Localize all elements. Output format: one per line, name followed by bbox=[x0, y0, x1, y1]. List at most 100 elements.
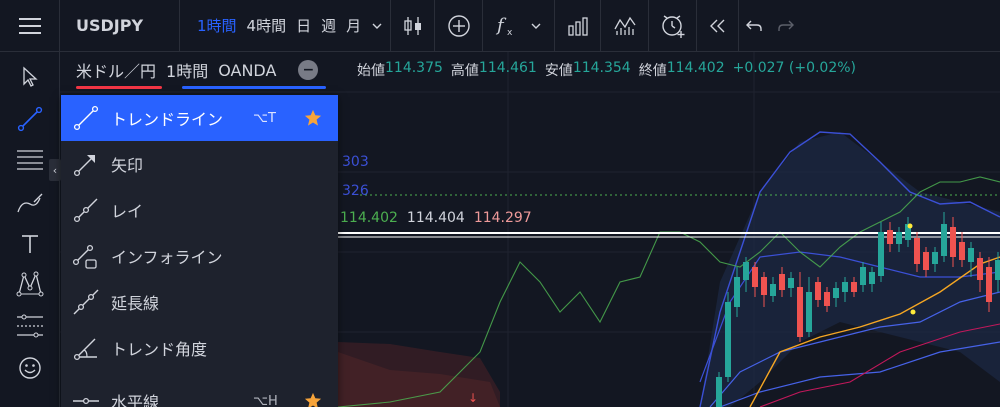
rewind-icon bbox=[709, 19, 725, 32]
indicators-button[interactable]: f x bbox=[483, 0, 556, 52]
templates-button[interactable] bbox=[601, 0, 650, 52]
financials-button[interactable] bbox=[555, 0, 602, 52]
indicator-value-c: 114.297 bbox=[473, 210, 532, 226]
brush-tool[interactable] bbox=[0, 184, 60, 224]
indicator-value-mid: 326 bbox=[342, 183, 369, 199]
menu-item-label: トレンド角度 bbox=[111, 340, 208, 359]
arrow-icon bbox=[73, 155, 95, 177]
top-toolbar: USDJPY 1時間 4時間 日 週 月 f x bbox=[0, 0, 1000, 52]
text-icon bbox=[22, 235, 38, 253]
menu-icon-slot bbox=[61, 279, 111, 325]
interval-dropdown-button[interactable] bbox=[372, 19, 382, 33]
chevron-down-icon bbox=[372, 23, 382, 29]
menu-icon-slot bbox=[61, 325, 111, 371]
menu-item-extended-line[interactable]: 延長線 bbox=[61, 279, 338, 325]
interval-4h[interactable]: 4時間 bbox=[242, 15, 292, 36]
indicator-value-upper: 303 bbox=[342, 154, 369, 170]
high-value: 114.461 bbox=[478, 60, 537, 76]
horizontal-line-icon bbox=[73, 397, 99, 405]
hamburger-icon bbox=[18, 17, 41, 34]
ray-icon bbox=[73, 198, 98, 223]
candles-icon bbox=[403, 16, 421, 35]
drawing-toolbar: ‹ bbox=[0, 52, 61, 407]
menu-item-ray[interactable]: レイ bbox=[61, 187, 338, 233]
symbol-search-button[interactable]: USDJPY bbox=[60, 0, 180, 52]
menu-item-trend-angle[interactable]: トレンド角度 bbox=[61, 325, 338, 371]
alert-button[interactable] bbox=[649, 0, 698, 52]
interval-group: 1時間 4時間 日 週 月 bbox=[180, 0, 392, 52]
svg-text:x: x bbox=[507, 28, 513, 38]
redo-button[interactable] bbox=[769, 0, 803, 52]
menu-item-label: 延長線 bbox=[111, 294, 160, 313]
measure-tool[interactable] bbox=[0, 306, 60, 346]
info-line-icon bbox=[72, 244, 97, 269]
chevron-down-icon[interactable] bbox=[531, 22, 541, 30]
menu-icon-slot bbox=[61, 233, 111, 279]
fib-lines-icon bbox=[17, 150, 43, 170]
menu-icon-slot bbox=[61, 378, 111, 407]
compare-button[interactable] bbox=[435, 0, 484, 52]
star-icon[interactable] bbox=[304, 392, 322, 407]
menu-item-label: レイ bbox=[111, 202, 144, 221]
chart-type-button[interactable] bbox=[391, 0, 436, 52]
trendline-icon bbox=[17, 106, 43, 132]
close-label: 終値 bbox=[638, 63, 667, 79]
menu-item-trendline[interactable]: トレンドライン ⌥T bbox=[61, 95, 338, 141]
emoji-tool[interactable] bbox=[0, 348, 60, 388]
menu-item-label: 水平線 bbox=[111, 393, 160, 407]
pattern-tool[interactable] bbox=[0, 264, 60, 304]
text-tool[interactable] bbox=[0, 224, 60, 264]
high-label: 高値 bbox=[450, 63, 479, 79]
trendline-icon bbox=[73, 105, 99, 131]
undo-button[interactable] bbox=[739, 0, 769, 52]
svg-text:f: f bbox=[495, 15, 507, 36]
ohlc-legend: 始値 114.375 高値 114.461 安値 114.354 終値 114.… bbox=[357, 60, 864, 80]
financials-icon bbox=[567, 16, 588, 36]
menu-item-label: トレンドライン bbox=[111, 110, 224, 129]
menu-item-arrow[interactable]: 矢印 bbox=[61, 141, 338, 187]
legend-collapse-button[interactable]: − bbox=[298, 60, 319, 80]
interval-month[interactable]: 月 bbox=[341, 15, 366, 36]
interval-week[interactable]: 週 bbox=[316, 15, 341, 36]
legend-underline-blue bbox=[182, 86, 326, 89]
shortcut-label: ⌥T bbox=[253, 110, 276, 126]
interval-day[interactable]: 日 bbox=[291, 15, 316, 36]
fib-tool[interactable] bbox=[0, 140, 60, 180]
extended-line-icon bbox=[73, 289, 99, 315]
indicator-value-b: 114.404 bbox=[406, 210, 465, 226]
menu-icon-slot bbox=[61, 95, 111, 141]
emoji-icon bbox=[19, 357, 41, 379]
low-label: 安値 bbox=[544, 63, 573, 79]
brush-icon bbox=[17, 193, 43, 213]
legend-interval: 1時間 bbox=[166, 62, 209, 81]
menu-item-label: インフォライン bbox=[111, 248, 223, 267]
menu-button[interactable] bbox=[0, 0, 60, 52]
svg-text:↓: ↓ bbox=[468, 391, 478, 405]
menu-item-label: 矢印 bbox=[111, 156, 144, 175]
templates-icon bbox=[614, 16, 636, 35]
add-compare-icon bbox=[447, 14, 470, 37]
cursor-tool[interactable] bbox=[0, 57, 60, 97]
open-value: 114.375 bbox=[385, 60, 443, 76]
legend-source: OANDA bbox=[218, 60, 277, 80]
star-icon[interactable] bbox=[304, 109, 322, 127]
trendline-tool[interactable] bbox=[0, 99, 60, 139]
interval-1h[interactable]: 1時間 bbox=[192, 15, 242, 36]
cursor-icon bbox=[23, 66, 38, 87]
measure-icon bbox=[17, 314, 43, 338]
alert-icon bbox=[661, 14, 685, 38]
legend-underline-red bbox=[76, 86, 162, 89]
undo-icon bbox=[746, 20, 762, 31]
symbol-legend[interactable]: 米ドル／円 1時間 OANDA − bbox=[76, 58, 326, 89]
change-value: +0.027 (+0.02%) bbox=[732, 60, 857, 76]
menu-icon-slot bbox=[61, 141, 111, 187]
legend-symbol-title: 米ドル／円 bbox=[76, 62, 157, 81]
indicator-values-row: 114.402 114.404 114.297 bbox=[340, 210, 532, 226]
pattern-icon bbox=[16, 271, 44, 297]
replay-button[interactable] bbox=[697, 0, 740, 52]
menu-icon-slot bbox=[61, 187, 111, 233]
menu-item-horizontal-line[interactable]: 水平線 ⌥H bbox=[61, 378, 338, 407]
line-tools-menu: トレンドライン ⌥T 矢印 レイ インフォライン 延長線 トレンド角度 水平線 … bbox=[61, 95, 338, 407]
menu-item-info-line[interactable]: インフォライン bbox=[61, 233, 338, 279]
indicator-value-a: 114.402 bbox=[340, 210, 398, 226]
